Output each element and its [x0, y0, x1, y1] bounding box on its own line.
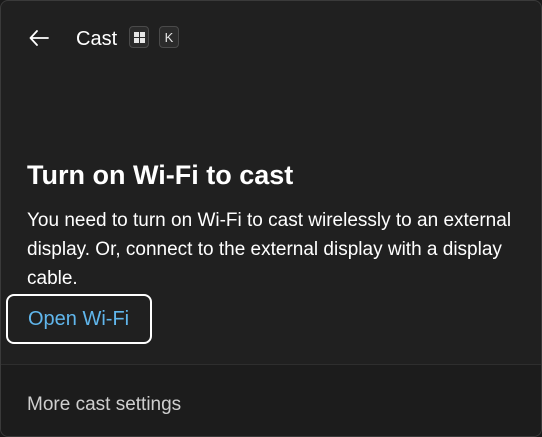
k-key-badge: K — [159, 26, 179, 48]
flyout-footer: More cast settings — [1, 364, 541, 436]
arrow-left-icon — [29, 30, 49, 46]
open-wifi-label: Open Wi-Fi — [28, 307, 130, 330]
description-text: You need to turn on Wi-Fi to cast wirele… — [27, 210, 512, 289]
flyout-header: Cast K — [1, 1, 541, 75]
flyout-title: Cast — [76, 28, 118, 50]
more-cast-settings-link[interactable]: More cast settings — [27, 393, 181, 417]
cast-flyout: Cast K Turn on Wi-Fi to cast You need to… — [0, 0, 542, 437]
back-button[interactable] — [21, 21, 57, 55]
windows-key-icon — [133, 31, 145, 43]
open-wifi-button[interactable]: Open Wi-Fi — [6, 294, 152, 344]
page-heading: Turn on Wi-Fi to cast — [27, 160, 294, 190]
windows-key-badge — [129, 26, 149, 48]
